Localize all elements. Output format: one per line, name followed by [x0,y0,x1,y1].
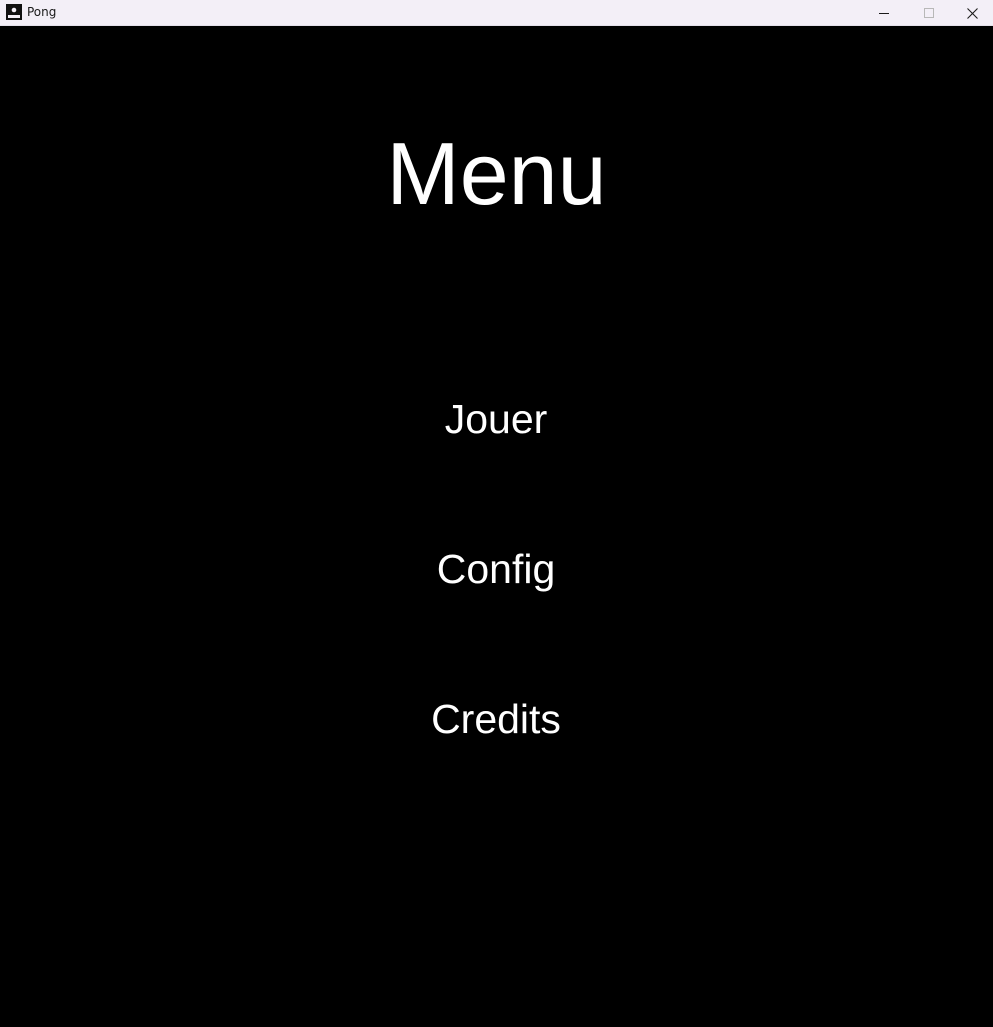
maximize-button[interactable] [906,0,952,26]
title-bar[interactable]: Pong [0,0,993,26]
pong-window: Pong Menu Jouer Config Credits [0,0,993,1027]
close-button[interactable] [952,0,993,26]
minimize-icon [878,8,890,19]
window-title: Pong [27,5,57,19]
game-canvas: Menu Jouer Config Credits [0,26,993,1027]
menu-title: Menu [386,124,607,223]
pong-app-icon [6,4,22,20]
menu-item-credits[interactable]: Credits [396,694,596,744]
close-icon [967,7,978,19]
minimize-button[interactable] [861,0,907,26]
maximize-icon [923,7,935,19]
menu-item-config[interactable]: Config [396,544,596,594]
menu-item-jouer[interactable]: Jouer [396,394,596,444]
